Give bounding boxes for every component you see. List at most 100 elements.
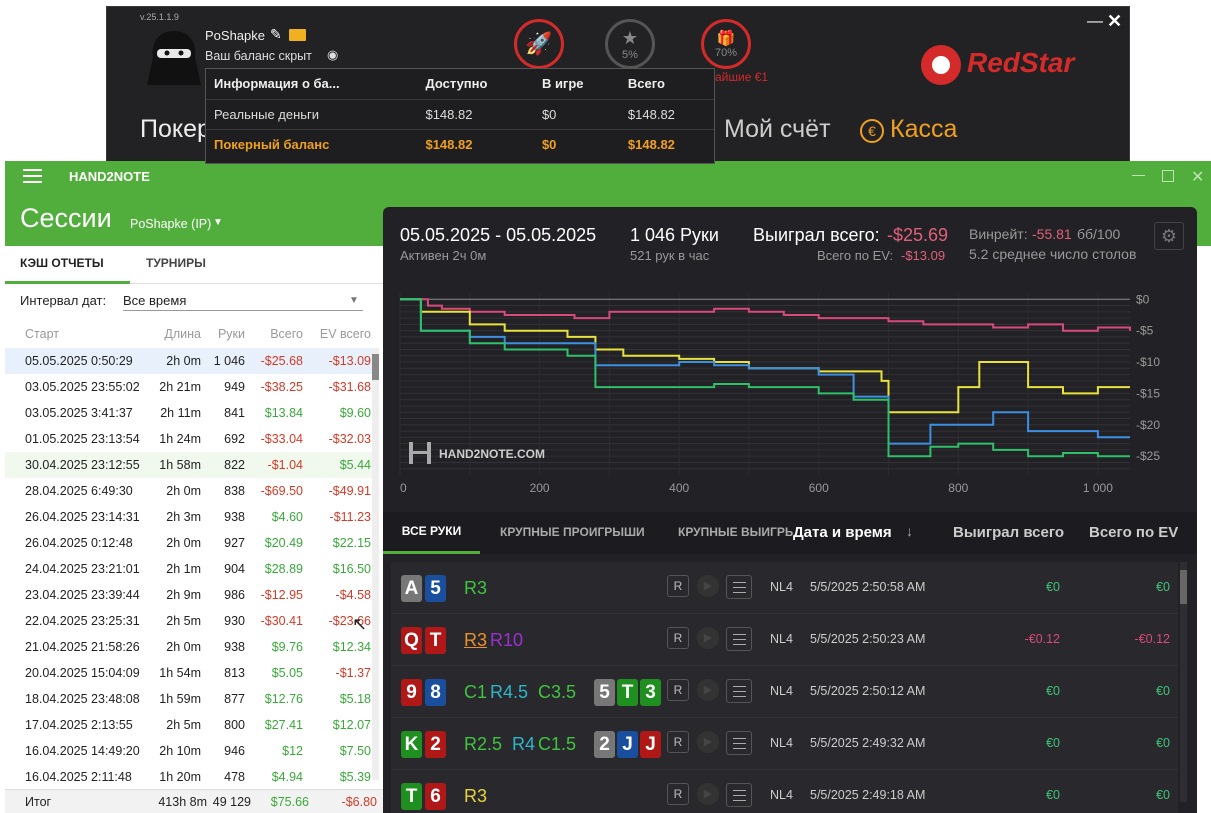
cell-hands: 838 — [224, 484, 245, 498]
cell-total: -$25.68 — [260, 354, 303, 368]
title-bar: HAND2NOTE ✕ — [5, 161, 1211, 191]
bal-header: Доступно — [417, 69, 534, 100]
hand-won: €0 — [1046, 684, 1060, 698]
y-tick-label: -$15 — [1136, 386, 1160, 400]
nav-cashier[interactable]: Касса — [890, 115, 957, 144]
table-row[interactable]: 23.04.2025 23:39:44 2h 9m 986 -$12.95 -$4.58 — [5, 582, 377, 608]
close-button[interactable]: ✕ — [1107, 11, 1122, 32]
eye-icon[interactable]: ◉ — [327, 47, 338, 63]
table-row[interactable]: 26.04.2025 0:12:48 2h 0m 927 $20.49 $22.15 — [5, 530, 377, 556]
nav-account[interactable]: Мой счёт — [724, 115, 831, 144]
tab-big-wins[interactable]: КРУПНЫЕ ВЫИГРЫ — [678, 525, 794, 539]
tab-all-hands[interactable]: ВСЕ РУКИ — [383, 512, 480, 554]
menu-icon[interactable] — [23, 169, 42, 183]
cell-ev: $12.07 — [332, 718, 371, 732]
bal-cell: $148.82 — [417, 99, 534, 130]
username[interactable]: PoShapke — [205, 28, 265, 43]
col-hands[interactable]: Руки — [218, 327, 245, 341]
col-length[interactable]: Длина — [164, 327, 201, 341]
col-ev[interactable]: EV всего — [320, 327, 371, 341]
tab-cash-reports[interactable]: КЭШ ОТЧЕТЫ — [5, 246, 130, 284]
table-row[interactable]: 24.04.2025 23:21:01 2h 1m 904 $28.89 $16.50 — [5, 556, 377, 582]
close-button[interactable]: ✕ — [1191, 167, 1204, 187]
notes-icon[interactable] — [726, 783, 752, 807]
table-row[interactable]: 21.04.2025 21:58:26 2h 0m 938 $9.76 $12.34 — [5, 634, 377, 660]
sort-arrow-icon[interactable]: ↓ — [906, 523, 913, 539]
table-row[interactable]: 16.04.2025 2:11:48 1h 20m 478 $4.94 $5.39 — [5, 764, 377, 790]
minimize-button[interactable] — [1132, 175, 1145, 176]
table-row[interactable]: 20.04.2025 15:04:09 1h 54m 813 $5.05 -$1.37 — [5, 660, 377, 686]
gear-icon[interactable]: ⚙ — [1154, 222, 1184, 250]
table-row[interactable]: 16.04.2025 14:49:20 2h 10m 946 $12 $7.50 — [5, 738, 377, 764]
play-icon[interactable]: ▶ — [697, 731, 719, 753]
cell-length: 2h 5m — [166, 614, 201, 628]
col-start[interactable]: Старт — [25, 327, 59, 341]
game-type: NL4 — [770, 684, 793, 698]
tab-tournaments[interactable]: ТУРНИРЫ — [131, 246, 221, 284]
notes-icon[interactable] — [726, 731, 752, 755]
cell-length: 2h 0m — [166, 354, 201, 368]
notes-icon[interactable] — [726, 575, 752, 599]
table-row[interactable]: 03.05.2025 23:55:02 2h 21m 949 -$38.25 -$31.… — [5, 374, 377, 400]
mail-icon[interactable] — [289, 29, 306, 41]
table-row[interactable]: 01.05.2025 23:13:54 1h 24m 692 -$33.04 -$32.… — [5, 426, 377, 452]
cell-total: $20.49 — [264, 536, 303, 550]
y-tick-label: $0 — [1136, 292, 1150, 306]
table-row[interactable]: 30.04.2025 23:12:55 1h 58m 822 -$1.04 $5.44 — [5, 452, 377, 478]
interval-dropdown[interactable]: Все время — [123, 293, 363, 311]
cell-start: 16.04.2025 2:11:48 — [25, 770, 132, 784]
play-icon[interactable]: ▶ — [697, 783, 719, 805]
cell-total: $28.89 — [264, 562, 303, 576]
edit-icon[interactable]: ✎ — [270, 26, 282, 43]
notes-icon[interactable] — [726, 679, 752, 703]
replay-button[interactable]: R — [667, 575, 689, 597]
hand-ev: €0 — [1156, 788, 1170, 802]
hand-row[interactable]: 9 8 C1 R4.5 C3.5 5 T 3 R ▶ NL4 5/5/2025 2:50:12 AM €… — [391, 666, 1178, 718]
hole-card: 2 — [425, 731, 446, 758]
table-row[interactable]: 03.05.2025 3:41:37 2h 11m 841 $13.84 $9.60 — [5, 400, 377, 426]
chevron-down-icon[interactable]: ▼ — [349, 295, 359, 306]
tab-big-losses[interactable]: КРУПНЫЕ ПРОИГРЫШИ — [500, 525, 645, 539]
hand-row[interactable]: Q T R3 R10 R ▶ NL4 5/5/2025 2:50:23 AM -€0.12 -€0… — [391, 614, 1178, 666]
hand-row[interactable]: T 6 R3 R ▶ NL4 5/5/2025 2:49:18 AM €0 €0 — [391, 770, 1178, 813]
play-icon[interactable]: ▶ — [697, 679, 719, 701]
hands-toolbar: ВСЕ РУКИ КРУПНЫЕ ПРОИГРЫШИ КРУПНЫЕ ВЫИГР… — [383, 512, 1197, 554]
hand-row[interactable]: K 2 R2.5 R4 C1.5 2 J J R ▶ NL4 5/5/2025 2:49:32 AM €… — [391, 718, 1178, 770]
play-icon[interactable]: ▶ — [697, 627, 719, 649]
replay-button[interactable]: R — [667, 627, 689, 649]
table-row[interactable]: 17.04.2025 2:13:55 2h 5m 800 $27.41 $12.07 — [5, 712, 377, 738]
cell-ev: -$49.91 — [328, 484, 371, 498]
maximize-button[interactable] — [1162, 170, 1174, 182]
cashier-coin-icon[interactable]: € — [860, 119, 884, 143]
cell-start: 18.04.2025 23:48:08 — [25, 692, 140, 706]
minimize-button[interactable]: — — [1087, 13, 1103, 31]
hole-card: 9 — [401, 679, 422, 706]
col-total[interactable]: Всего — [270, 327, 303, 341]
scrollbar[interactable] — [372, 348, 379, 780]
hand-row[interactable]: A 5 R3 R ▶ NL4 5/5/2025 2:50:58 AM €0 €0 — [391, 562, 1178, 614]
replay-button[interactable]: R — [667, 679, 689, 701]
nav-poker[interactable]: Покер — [140, 115, 211, 144]
avatar[interactable] — [143, 27, 205, 87]
player-selector[interactable]: PoShapke (IP) — [130, 217, 211, 231]
hand-time: 5/5/2025 2:49:18 AM — [810, 788, 926, 802]
bal-cell: $0 — [541, 136, 557, 152]
col-datetime[interactable]: Дата и время — [793, 524, 892, 541]
ev-value: -$13.09 — [901, 248, 946, 263]
table-row[interactable]: 05.05.2025 0:50:29 2h 0m 1 046 -$25.68 -$13.… — [5, 348, 377, 374]
replay-button[interactable]: R — [667, 731, 689, 753]
play-icon[interactable]: ▶ — [697, 575, 719, 597]
table-row[interactable]: 26.04.2025 23:14:31 2h 3m 938 $4.60 -$11.23 — [5, 504, 377, 530]
col-ev[interactable]: Всего по EV — [1089, 524, 1178, 541]
hands-scrollbar[interactable] — [1180, 562, 1187, 802]
table-row[interactable]: 22.04.2025 23:25:31 2h 5m 930 -$30.41 -$23.6… — [5, 608, 377, 634]
gift-progress-badge[interactable]: 🎁 70% — [701, 19, 751, 69]
table-row[interactable]: 28.04.2025 6:49:30 2h 0m 838 -$69.50 -$49.91 — [5, 478, 377, 504]
rocket-icon[interactable]: 🚀 — [514, 19, 564, 69]
table-row[interactable]: 18.04.2025 23:48:08 1h 59m 877 $12.76 $5.18 — [5, 686, 377, 712]
chevron-down-icon[interactable]: ▼ — [213, 217, 223, 228]
star-progress-badge[interactable]: ★ 5% — [605, 19, 655, 69]
col-won[interactable]: Выиграл всего — [953, 524, 1064, 541]
replay-button[interactable]: R — [667, 783, 689, 805]
notes-icon[interactable] — [726, 627, 752, 651]
